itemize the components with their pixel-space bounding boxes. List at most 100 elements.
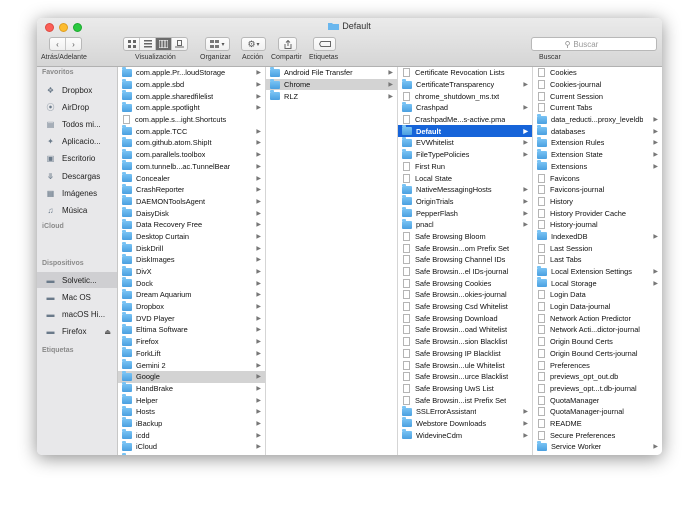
file-row[interactable]: chrome_shutdown_ms.txt xyxy=(398,90,532,102)
icon-view-button[interactable] xyxy=(124,38,140,50)
folder-row[interactable]: com.apple.spotlight ▶ xyxy=(118,101,265,114)
file-row[interactable]: Network Action Predictor xyxy=(533,312,662,324)
folder-row[interactable]: com.apple.TCC ▶ xyxy=(118,125,265,137)
folder-row[interactable]: Hosts ▶ xyxy=(118,405,265,418)
folder-row[interactable]: Dropbox ▶ xyxy=(118,300,265,313)
folder-row[interactable]: RLZ ▶ xyxy=(266,90,397,102)
file-row[interactable]: Secure Preferences xyxy=(533,429,662,441)
file-row[interactable]: Preferences xyxy=(533,359,662,371)
folder-row[interactable]: iGetter▶ xyxy=(118,452,265,455)
sidebar-item[interactable]: ▬ Solvetic... xyxy=(37,272,117,288)
sidebar-item[interactable]: ✦ Aplicacio... xyxy=(37,134,117,150)
folder-row[interactable]: SSLErrorAssistant ▶ xyxy=(398,405,532,418)
file-row[interactable]: Current Session xyxy=(533,90,662,102)
folder-row[interactable]: data_reducti...proxy_leveldb ▶ xyxy=(533,113,662,126)
folder-row[interactable]: iBackup ▶ xyxy=(118,417,265,430)
file-row[interactable]: Safe Browsing IP Blacklist xyxy=(398,348,532,360)
back-button[interactable]: ‹ xyxy=(50,38,66,50)
file-row[interactable]: Local State xyxy=(398,172,532,184)
file-row[interactable]: Cookies xyxy=(533,67,662,79)
folder-row[interactable]: com.apple.sharedfilelist ▶ xyxy=(118,90,265,102)
file-row[interactable]: previews_opt_out.db xyxy=(533,371,662,383)
file-row[interactable]: Origin Bound Certs xyxy=(533,336,662,348)
folder-row[interactable]: DiskImages ▶ xyxy=(118,253,265,266)
search-input[interactable] xyxy=(570,39,624,49)
folder-row[interactable]: com.github.atom.ShipIt ▶ xyxy=(118,136,265,149)
file-row[interactable]: Favicons-journal xyxy=(533,184,662,196)
folder-row[interactable]: icdd ▶ xyxy=(118,429,265,441)
file-row[interactable]: com.apple.s...ight.Shortcuts xyxy=(118,114,265,126)
file-row[interactable]: Safe Browsing Bloom xyxy=(398,231,532,243)
folder-row[interactable]: DaisyDisk ▶ xyxy=(118,207,265,219)
folder-row[interactable]: NativeMessagingHosts ▶ xyxy=(398,183,532,196)
file-row[interactable]: Safe Browsin...ist Prefix Set xyxy=(398,394,532,406)
file-row[interactable]: CrashpadMe...s-active.pma xyxy=(398,114,532,126)
file-row[interactable]: QuotaManager xyxy=(533,394,662,406)
folder-row[interactable]: Extension State ▶ xyxy=(533,148,662,161)
sidebar-item[interactable]: ▬ macOS Hi... xyxy=(37,306,117,322)
eject-icon[interactable]: ⏏ xyxy=(104,328,111,336)
file-row[interactable]: QuotaManager-journal xyxy=(533,406,662,418)
action-button[interactable]: ⚙ ▾ xyxy=(241,37,266,51)
file-row[interactable]: Safe Browsin...oad Whitelist xyxy=(398,324,532,336)
file-row[interactable]: Certificate Revocation Lists xyxy=(398,67,532,79)
file-row[interactable]: Safe Browsin...urce Blacklist xyxy=(398,371,532,383)
sidebar-item[interactable]: ♫ Música xyxy=(37,202,117,218)
folder-row[interactable]: IndexedDB ▶ xyxy=(533,230,662,243)
sidebar-item[interactable]: ▬ Firefox ⏏ xyxy=(37,324,117,340)
file-row[interactable]: Safe Browsing Download xyxy=(398,312,532,324)
folder-row[interactable]: Chrome ▶ xyxy=(266,78,397,91)
folder-row[interactable]: Data Recovery Free ▶ xyxy=(118,218,265,231)
sidebar-item[interactable]: ⤋ Descargas xyxy=(37,168,117,184)
folder-row[interactable]: Webstore Downloads ▶ xyxy=(398,417,532,430)
file-row[interactable]: History Provider Cache xyxy=(533,207,662,219)
folder-row[interactable]: DVD Player ▶ xyxy=(118,312,265,324)
folder-row[interactable]: Android File Transfer ▶ xyxy=(266,67,397,79)
folder-row[interactable]: Dock ▶ xyxy=(118,277,265,289)
sidebar-item[interactable]: ▦ Imágenes xyxy=(37,185,117,201)
folder-row[interactable]: Crashpad ▶ xyxy=(398,101,532,114)
file-row[interactable]: History xyxy=(533,196,662,208)
cover-flow-button[interactable] xyxy=(172,38,187,50)
folder-row[interactable]: PepperFlash ▶ xyxy=(398,207,532,219)
folder-row[interactable]: FileTypePolicies ▶ xyxy=(398,148,532,161)
file-row[interactable]: Safe Browsin...ule Whitelist xyxy=(398,359,532,371)
folder-row[interactable]: OriginTrials ▶ xyxy=(398,195,532,208)
folder-row[interactable]: Local Storage ▶ xyxy=(533,277,662,289)
folder-row[interactable]: Dream Aquarium ▶ xyxy=(118,288,265,301)
arrange-button[interactable]: ▾ xyxy=(205,37,230,51)
list-view-button[interactable] xyxy=(140,38,156,50)
tags-button[interactable] xyxy=(313,37,336,51)
folder-row[interactable]: pnacl ▶ xyxy=(398,218,532,231)
forward-button[interactable]: › xyxy=(66,38,81,50)
folder-row[interactable]: com.tunnelb...ac.TunnelBear ▶ xyxy=(118,160,265,173)
file-row[interactable]: Safe Browsing Cookies xyxy=(398,277,532,289)
folder-row[interactable]: CertificateTransparency ▶ xyxy=(398,78,532,91)
folder-row[interactable]: Firefox ▶ xyxy=(118,335,265,348)
file-row[interactable]: Safe Browsing UwS List xyxy=(398,383,532,395)
file-row[interactable]: Login Data-journal xyxy=(533,301,662,313)
folder-row[interactable]: Local Extension Settings ▶ xyxy=(533,265,662,278)
file-row[interactable]: Safe Browsing Csd Whitelist xyxy=(398,301,532,313)
folder-row[interactable]: databases ▶ xyxy=(533,125,662,137)
file-row[interactable]: Safe Browsin...sion Blacklist xyxy=(398,336,532,348)
sidebar-item[interactable]: ▤ Todos mi... xyxy=(37,116,117,132)
folder-row[interactable]: Helper ▶ xyxy=(118,394,265,406)
file-row[interactable]: Favicons xyxy=(533,172,662,184)
file-row[interactable]: Safe Browsin...okies-journal xyxy=(398,289,532,301)
folder-row[interactable]: Extension Rules ▶ xyxy=(533,136,662,149)
folder-row[interactable]: DivX ▶ xyxy=(118,265,265,278)
sidebar-item[interactable]: ▬ Mac OS xyxy=(37,289,117,305)
folder-row[interactable]: Service Worker ▶ xyxy=(533,440,662,453)
folder-row[interactable]: DiskDrill ▶ xyxy=(118,242,265,254)
folder-row[interactable]: EVWhitelist ▶ xyxy=(398,136,532,149)
folder-row[interactable]: DAEMONToolsAgent ▶ xyxy=(118,195,265,208)
folder-row[interactable]: Concealer ▶ xyxy=(118,172,265,184)
file-row[interactable]: Safe Browsin...om Prefix Set xyxy=(398,242,532,254)
folder-row[interactable]: Default ▶ xyxy=(398,125,532,138)
file-row[interactable]: History-journal xyxy=(533,219,662,231)
sidebar-item[interactable]: ▣ Escritorio xyxy=(37,151,117,167)
file-row[interactable]: Cookies-journal xyxy=(533,79,662,91)
file-row[interactable]: Current Tabs xyxy=(533,102,662,114)
folder-row[interactable]: Eltima Software ▶ xyxy=(118,323,265,336)
